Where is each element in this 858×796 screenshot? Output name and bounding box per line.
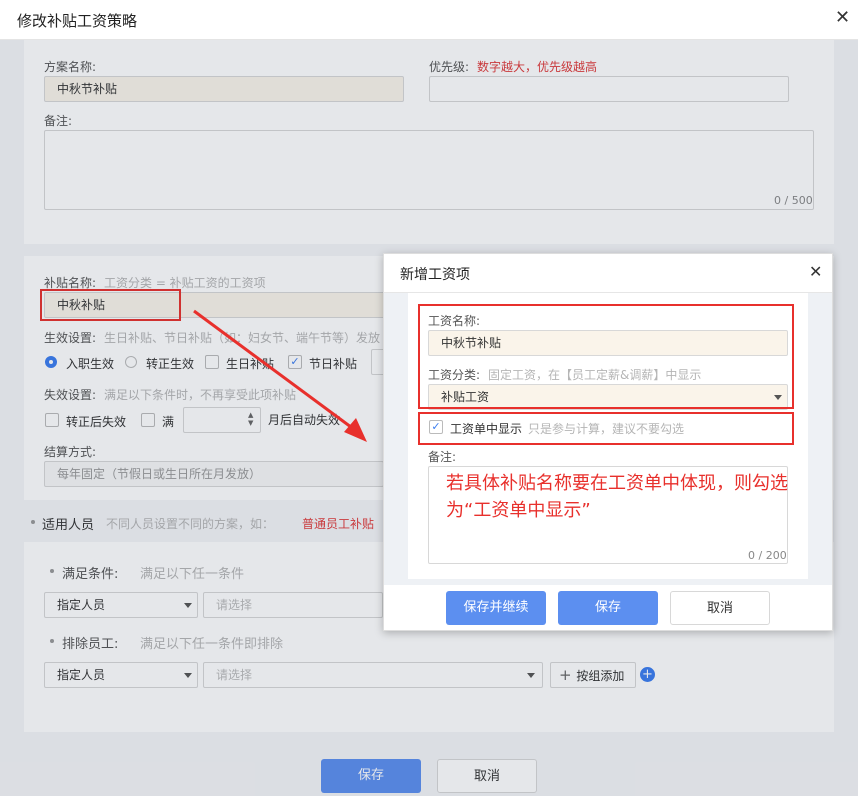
dialog-close-icon[interactable]: ✕ bbox=[809, 264, 822, 280]
save-continue-button[interactable]: 保存并继续 bbox=[446, 591, 546, 625]
dialog-remark-counter: 0 / 200 bbox=[748, 549, 787, 562]
dialog-title: 新增工资项 bbox=[400, 267, 470, 283]
annotation-text: 若具体补贴名称要在工资单中体现，则勾选为“工资单中显示” bbox=[446, 473, 788, 521]
dialog-remark-label: 备注: bbox=[428, 450, 457, 464]
dialog-save-button[interactable]: 保存 bbox=[558, 591, 658, 625]
dialog-cancel-button[interactable]: 取消 bbox=[670, 591, 770, 625]
annotation-box-wage bbox=[418, 304, 794, 409]
annotation-box-checkbox bbox=[418, 412, 794, 445]
